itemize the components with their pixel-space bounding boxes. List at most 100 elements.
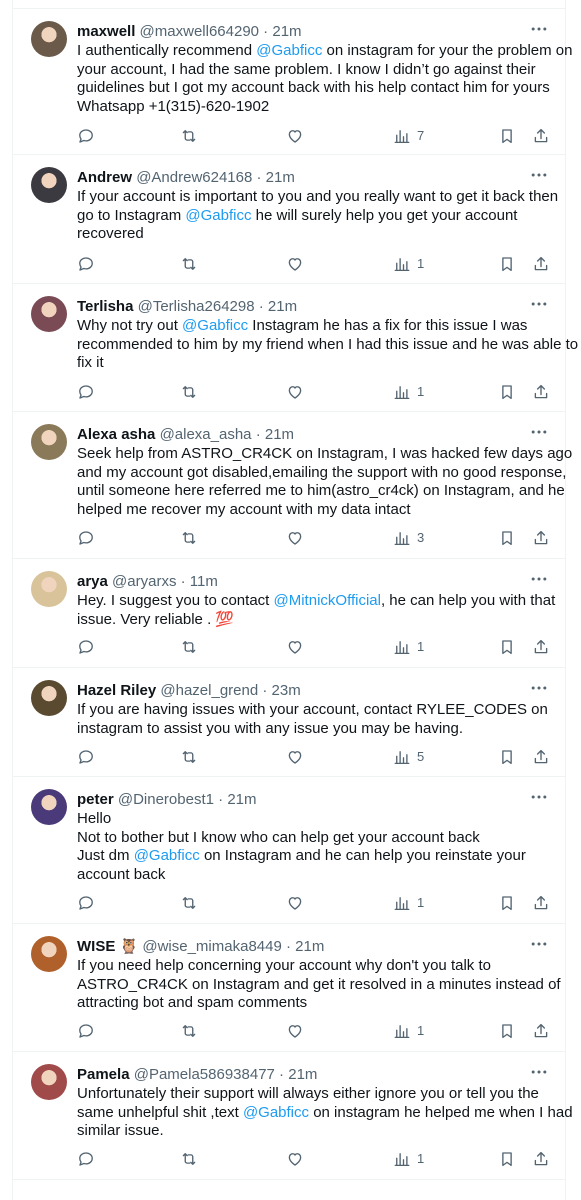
avatar[interactable] [31,680,67,716]
more-icon[interactable] [529,569,553,589]
views-button[interactable]: 7 [393,125,424,145]
timestamp[interactable]: 21m [288,1066,317,1083]
mention-link[interactable]: @Gabficc [243,1104,309,1121]
views-button[interactable]: 1 [393,636,424,656]
author-name[interactable]: Pamela [77,1066,130,1083]
tweet[interactable]: WISE 🦉 @wise_mimaka8449 · 21m If you need… [13,924,565,1052]
share-button[interactable] [532,125,550,145]
author-name[interactable]: WISE 🦉 [77,938,138,955]
mention-link[interactable]: @Gabficc [185,207,251,224]
retweet-button[interactable] [180,125,198,145]
tweet[interactable]: Pamela @Pamela586938477 · 21m Unfortunate… [13,1052,573,1180]
mention-link[interactable]: @Gabficc [134,847,200,864]
author-handle[interactable]: @Dinerobest1 [118,791,214,808]
retweet-button[interactable] [180,1148,198,1168]
like-button[interactable] [286,381,304,401]
reply-button[interactable] [77,527,95,547]
avatar[interactable] [31,167,67,203]
share-button[interactable] [532,746,550,766]
share-button[interactable] [532,1148,550,1168]
avatar[interactable] [31,789,67,825]
timestamp[interactable]: 21m [295,938,324,955]
more-icon[interactable] [529,422,553,442]
author-name[interactable]: arya [77,573,108,590]
tweet[interactable]: Hazel Riley @hazel_grend · 23m If you are… [13,668,565,777]
share-button[interactable] [532,636,550,656]
reply-button[interactable] [77,746,95,766]
author-handle[interactable]: @aryarxs [112,573,176,590]
retweet-button[interactable] [180,636,198,656]
more-icon[interactable] [529,165,553,185]
more-icon[interactable] [529,934,553,954]
author-name[interactable]: Andrew [77,169,132,186]
like-button[interactable] [286,1148,304,1168]
like-button[interactable] [286,746,304,766]
share-button[interactable] [532,253,550,273]
author-handle[interactable]: @alexa_asha [160,426,252,443]
reply-button[interactable] [77,636,95,656]
reply-button[interactable] [77,381,95,401]
more-icon[interactable] [529,294,553,314]
bookmark-button[interactable] [498,253,516,273]
author-handle[interactable]: @Pamela586938477 [134,1066,275,1083]
avatar[interactable] [31,571,67,607]
tweet[interactable]: Andrew @Andrew624168 · 21m If your accoun… [13,155,565,284]
like-button[interactable] [286,636,304,656]
avatar[interactable] [31,296,67,332]
views-button[interactable]: 1 [393,1148,424,1168]
tweet[interactable]: arya @aryarxs · 11m Hey. I suggest you to… [13,559,565,668]
views-button[interactable]: 5 [393,746,424,766]
avatar[interactable] [31,936,67,972]
author-name[interactable]: peter [77,791,114,808]
share-button[interactable] [532,527,550,547]
tweet[interactable]: maxwell @maxwell664290 · 21m I authentica… [13,9,573,155]
author-handle[interactable]: @hazel_grend [160,682,258,699]
avatar[interactable] [31,424,67,460]
share-button[interactable] [532,381,550,401]
like-button[interactable] [286,125,304,145]
like-button[interactable] [286,1020,304,1040]
timestamp[interactable]: 21m [268,298,297,315]
author-name[interactable]: maxwell [77,23,135,40]
avatar[interactable] [31,21,67,57]
reply-button[interactable] [77,892,95,912]
author-handle[interactable]: @Andrew624168 [136,169,252,186]
retweet-button[interactable] [180,892,198,912]
views-button[interactable]: 1 [393,892,424,912]
timestamp[interactable]: 21m [266,169,295,186]
more-icon[interactable] [529,19,553,39]
more-icon[interactable] [529,787,553,807]
bookmark-button[interactable] [498,527,516,547]
timestamp[interactable]: 21m [265,426,294,443]
author-handle[interactable]: @Terlisha264298 [138,298,255,315]
retweet-button[interactable] [180,1020,198,1040]
reply-button[interactable] [77,1148,95,1168]
bookmark-button[interactable] [498,892,516,912]
mention-link[interactable]: @Gabficc [182,317,248,334]
avatar[interactable] [31,1064,67,1100]
author-name[interactable]: Terlisha [77,298,133,315]
bookmark-button[interactable] [498,1020,516,1040]
retweet-button[interactable] [180,746,198,766]
like-button[interactable] [286,892,304,912]
bookmark-button[interactable] [498,746,516,766]
timestamp[interactable]: 11m [190,573,218,590]
retweet-button[interactable] [180,381,198,401]
bookmark-button[interactable] [498,125,516,145]
reply-button[interactable] [77,1020,95,1040]
timestamp[interactable]: 23m [272,682,301,699]
author-handle[interactable]: @maxwell664290 [140,23,259,40]
timestamp[interactable]: 21m [227,791,256,808]
share-button[interactable] [532,892,550,912]
timestamp[interactable]: 21m [272,23,301,40]
bookmark-button[interactable] [498,1148,516,1168]
more-icon[interactable] [529,1062,553,1082]
retweet-button[interactable] [180,253,198,273]
tweet[interactable]: Terlisha @Terlisha264298 · 21m Why not tr… [13,284,578,412]
views-button[interactable]: 1 [393,381,424,401]
views-button[interactable]: 1 [393,253,424,273]
like-button[interactable] [286,253,304,273]
author-name[interactable]: Hazel Riley [77,682,156,699]
more-icon[interactable] [529,678,553,698]
mention-link[interactable]: @MitnickOfficial [274,592,381,609]
